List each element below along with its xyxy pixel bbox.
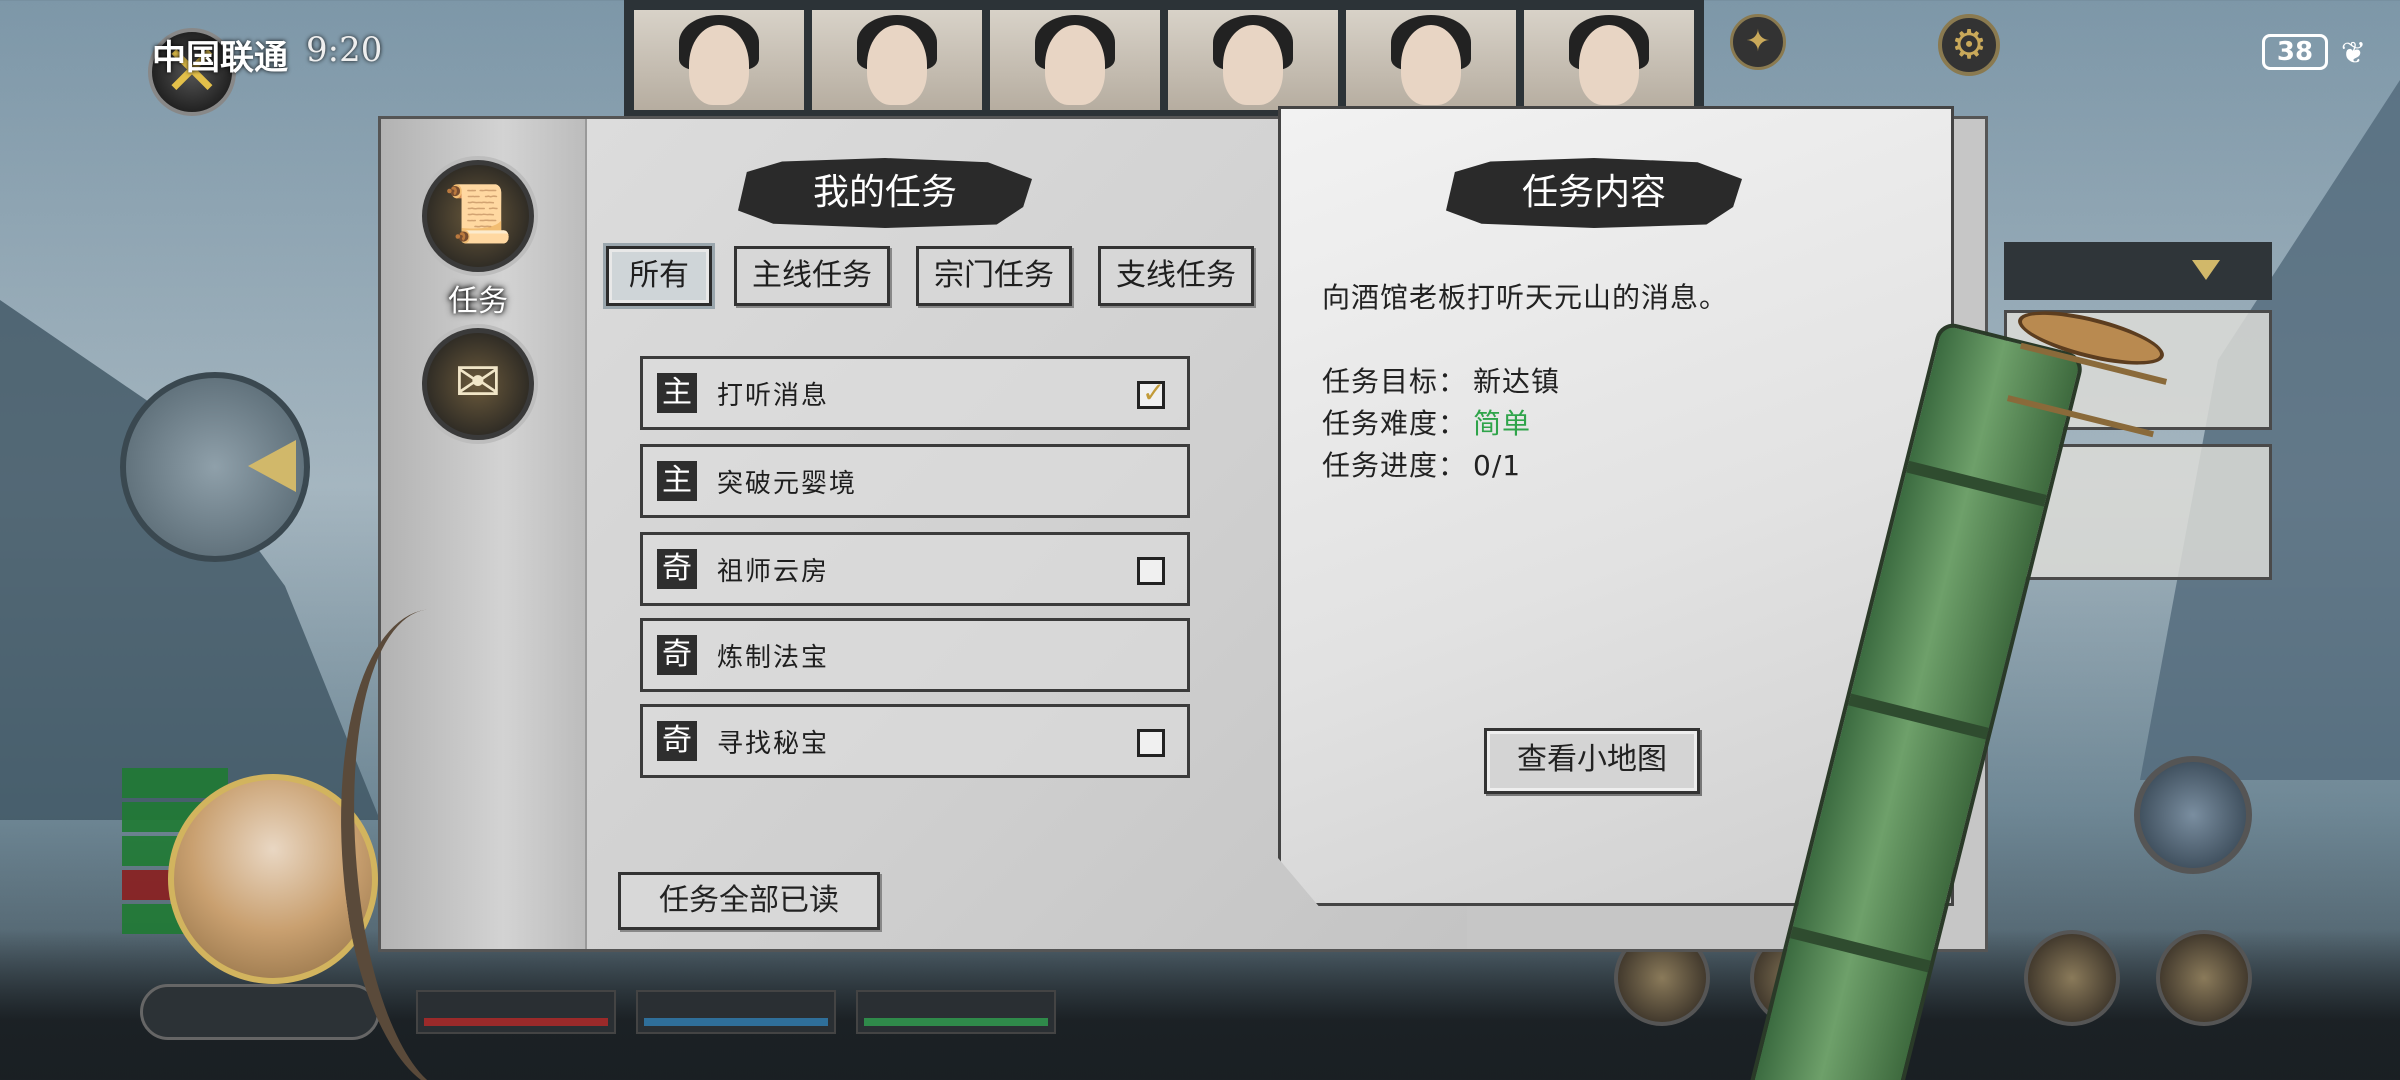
party-portrait[interactable] [990,10,1160,110]
view-minimap-button[interactable]: 查看小地图 [1484,728,1700,794]
status-time: 9:20 [306,30,383,70]
leaf-icon: ❦ [2340,36,2366,71]
stamina-bar [856,990,1056,1034]
tab-main-quest[interactable]: 主线任务 [734,246,890,306]
letter-circle-icon[interactable] [2156,930,2252,1026]
party-portrait[interactable] [634,10,804,110]
npc-avatar[interactable] [2134,756,2252,874]
task-progress-label: 任务进度： [1322,449,1468,482]
compass-arrow-icon [248,440,296,492]
task-progress-row: 任务进度： 0/1 [1322,444,1521,484]
quest-name: 突破元婴境 [717,469,858,499]
task-target-row: 任务目标： 新达镇 [1322,360,1560,400]
dropdown-triangle-icon [2192,260,2220,280]
quest-type-badge: 奇 [657,549,697,589]
quest-name: 炼制法宝 [717,643,830,673]
quest-name: 寻找秘宝 [717,729,830,759]
party-portrait[interactable] [812,10,982,110]
items-circle-icon[interactable] [2024,930,2120,1026]
quest-checkbox[interactable] [1137,557,1165,585]
quest-name: 打听消息 [717,381,830,411]
task-progress-value: 0/1 [1473,449,1522,482]
task-description: 向酒馆老板打听天元山的消息。 [1322,281,1729,314]
my-tasks-title: 我的任务 [738,158,1032,228]
party-portrait[interactable] [1524,10,1694,110]
hero-name-bar[interactable] [140,984,380,1040]
letter-icon[interactable]: ✉ [422,328,534,440]
mark-all-read-button[interactable]: 任务全部已读 [618,872,880,930]
party-portraits [624,0,1704,120]
category-label: 任务 [448,284,508,319]
tab-sect-quest[interactable]: 宗门任务 [916,246,1072,306]
quest-checkbox[interactable] [1137,376,1165,409]
task-target-value: 新达镇 [1473,365,1561,398]
task-difficulty-row: 任务难度： 简单 [1322,402,1531,442]
quest-type-badge: 主 [657,461,697,501]
task-content-title: 任务内容 [1446,158,1742,228]
tab-side-quest[interactable]: 支线任务 [1098,246,1254,306]
quest-type-badge: 奇 [657,635,697,675]
quest-type-badge: 主 [657,373,697,413]
party-portrait[interactable] [1346,10,1516,110]
status-carrier: 中国联通 [152,38,288,78]
background-mountain-right [2140,80,2400,780]
quest-item[interactable]: 奇 祖师云房 [640,532,1190,606]
quest-type-badge: 奇 [657,721,697,761]
party-portrait[interactable] [1168,10,1338,110]
quest-checkbox[interactable] [1137,729,1165,757]
quest-item[interactable]: 主 打听消息 [640,356,1190,430]
task-tracker-header[interactable] [2004,242,2272,300]
quest-item[interactable]: 奇 炼制法宝 [640,618,1190,692]
quest-item[interactable]: 奇 寻找秘宝 [640,704,1190,778]
quest-item[interactable]: 主 突破元婴境 [640,444,1190,518]
task-difficulty-value: 简单 [1473,407,1532,440]
party-menu-icon[interactable]: ✦ [1730,14,1786,70]
scroll-icon[interactable]: 📜 [422,160,534,272]
mana-bar [636,990,836,1034]
task-difficulty-label: 任务难度： [1322,407,1468,440]
tab-all[interactable]: 所有 [606,246,712,306]
task-target-label: 任务目标： [1322,365,1468,398]
battery-icon: 38 [2262,34,2328,70]
quest-name: 祖师云房 [717,557,830,587]
gear-icon[interactable]: ⚙ [1938,14,2000,76]
